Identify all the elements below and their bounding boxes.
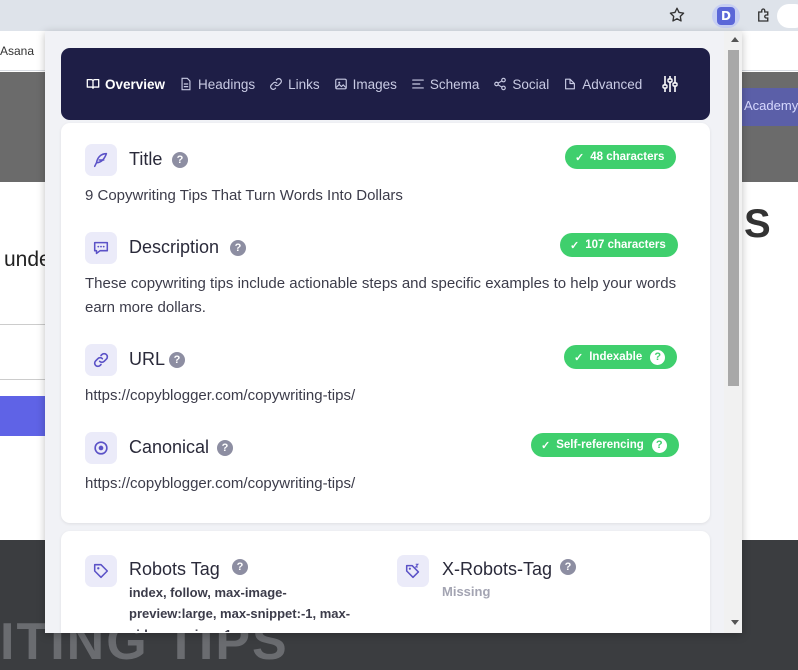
book-icon xyxy=(86,78,100,90)
xrobots-value: Missing xyxy=(442,584,491,599)
settings-button[interactable] xyxy=(660,74,680,94)
background-input xyxy=(0,324,48,380)
tab-nav: Overview Headings Links Images Schema So… xyxy=(61,48,710,120)
title-value: 9 Copywriting Tips That Turn Words Into … xyxy=(85,187,403,204)
background-button xyxy=(0,396,48,436)
url-label: URL xyxy=(129,349,166,369)
description-value: These copywriting tips include actionabl… xyxy=(85,275,677,316)
share-icon xyxy=(494,77,507,91)
bookmark-asana[interactable]: Asana xyxy=(0,44,34,58)
sliders-icon xyxy=(662,76,678,92)
extension-button[interactable]: D xyxy=(712,4,740,28)
meta-card: Title ? ✓ 48 characters 9 Copywriting Ti… xyxy=(61,123,710,523)
tab-label: Links xyxy=(288,76,320,92)
badge-text: 107 characters xyxy=(585,239,666,251)
robots-card: Robots Tag ? index, follow, max-image-pr… xyxy=(61,531,710,633)
scroll-up-icon[interactable] xyxy=(731,37,739,42)
comment-icon xyxy=(85,232,117,264)
target-icon xyxy=(85,432,117,464)
tab-social[interactable]: Social xyxy=(493,77,549,92)
tab-advanced[interactable]: Advanced xyxy=(563,77,642,92)
robots-value: index, follow, max-image-preview:large, … xyxy=(129,585,351,632)
star-icon[interactable] xyxy=(664,4,690,26)
title-length-badge: ✓ 48 characters xyxy=(565,145,677,169)
canonical-value: https://copyblogger.com/copywriting-tips… xyxy=(85,475,356,492)
url-value: https://copyblogger.com/copywriting-tips… xyxy=(85,387,356,404)
background-text: unde xyxy=(4,248,51,271)
profile-button[interactable] xyxy=(777,4,798,28)
puzzle-icon[interactable] xyxy=(751,4,777,26)
image-icon xyxy=(334,78,347,90)
check-icon: ✓ xyxy=(575,151,585,164)
title-label: Title xyxy=(129,149,163,169)
robots-label: Robots Tag xyxy=(129,559,220,579)
check-icon: ✓ xyxy=(570,239,580,252)
document-icon xyxy=(181,77,191,91)
url-help-icon[interactable]: ? xyxy=(169,352,185,368)
tab-links[interactable]: Links xyxy=(269,77,320,92)
badge-text: Indexable xyxy=(589,351,643,363)
scrollbar-thumb[interactable] xyxy=(728,50,739,386)
tab-label: Schema xyxy=(429,76,480,92)
seo-popup: Overview Headings Links Images Schema So… xyxy=(45,31,742,633)
tag-icon-2 xyxy=(397,555,429,587)
tab-overview[interactable]: Overview xyxy=(86,77,165,92)
badge-text: 48 characters xyxy=(590,151,665,163)
list-icon xyxy=(412,79,424,89)
feather-icon xyxy=(85,144,117,176)
canonical-label: Canonical xyxy=(129,437,210,457)
xrobots-help-icon[interactable]: ? xyxy=(560,559,576,575)
tab-label: Social xyxy=(512,76,550,92)
tab-label: Overview xyxy=(105,76,166,92)
background-heading-letter: S xyxy=(744,202,771,246)
canonical-badge-help-icon[interactable]: ? xyxy=(651,437,667,453)
link-icon xyxy=(85,344,117,376)
title-help-icon[interactable]: ? xyxy=(172,152,188,168)
link-icon xyxy=(270,78,283,90)
background-academy-button: Academy xyxy=(742,88,798,126)
extension-letter: D xyxy=(717,7,735,25)
description-label: Description xyxy=(129,237,220,257)
tab-schema[interactable]: Schema xyxy=(411,76,480,92)
indexable-help-icon[interactable]: ? xyxy=(650,349,666,365)
tag-icon xyxy=(85,555,117,587)
tab-label: Advanced xyxy=(582,76,643,92)
description-length-badge: ✓ 107 characters xyxy=(560,233,678,257)
check-icon: ✓ xyxy=(574,351,584,364)
check-icon: ✓ xyxy=(541,439,551,452)
advanced-icon xyxy=(565,78,576,90)
tab-headings[interactable]: Headings xyxy=(179,77,255,92)
canonical-help-icon[interactable]: ? xyxy=(217,440,233,456)
tab-label: Images xyxy=(352,76,397,92)
robots-help-icon[interactable]: ? xyxy=(232,559,248,575)
description-help-icon[interactable]: ? xyxy=(230,240,246,256)
scroll-down-icon[interactable] xyxy=(731,620,739,625)
badge-text: Self-referencing xyxy=(556,439,644,451)
background-hero xyxy=(0,72,48,182)
self-referencing-badge: ✓ Self-referencing ? xyxy=(531,433,679,457)
indexable-badge: ✓ Indexable ? xyxy=(564,345,678,369)
xrobots-label: X-Robots-Tag xyxy=(442,559,553,579)
tab-images[interactable]: Images xyxy=(334,77,397,92)
tab-label: Headings xyxy=(198,76,256,92)
